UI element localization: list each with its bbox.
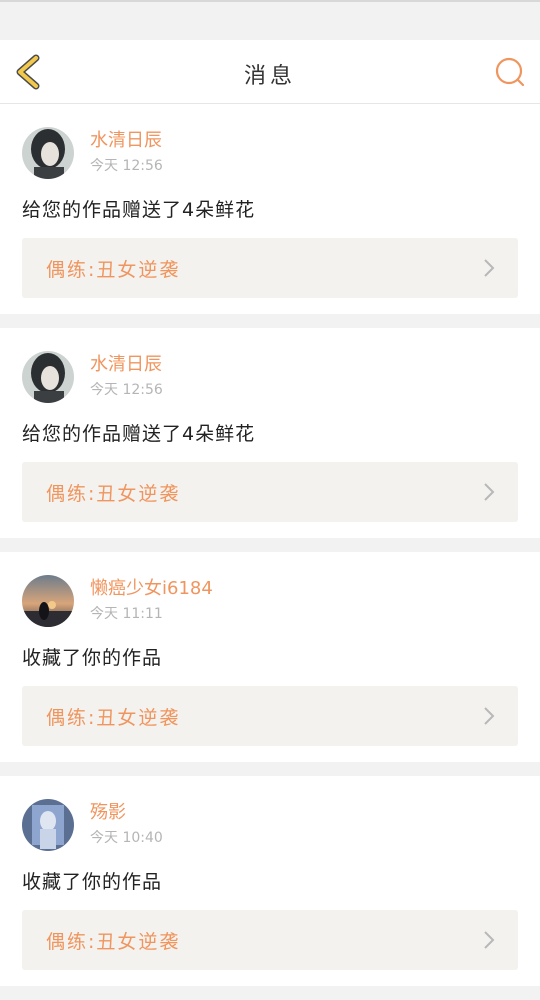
username[interactable]: 懒癌少女i6184 bbox=[90, 577, 213, 601]
message-text: 给您的作品赠送了4朵鲜花 bbox=[22, 423, 256, 445]
message-header: 水清日辰 今天 12:56 bbox=[22, 126, 518, 180]
chevron-right-icon bbox=[484, 707, 495, 725]
chevron-right-icon bbox=[484, 483, 495, 501]
message-header: 殇影 今天 10:40 bbox=[22, 798, 518, 852]
search-button[interactable] bbox=[494, 56, 526, 88]
message-header: 水清日辰 今天 12:56 bbox=[22, 350, 518, 404]
message-card: 水清日辰 今天 12:56 给您的作品赠送了4朵鲜花 偶练:丑女逆袭 bbox=[0, 328, 540, 538]
chevron-right-icon bbox=[484, 259, 495, 277]
work-link[interactable]: 偶练:丑女逆袭 bbox=[22, 238, 518, 298]
username[interactable]: 殇影 bbox=[90, 801, 163, 825]
work-title: 偶练:丑女逆袭 bbox=[46, 930, 181, 953]
work-title: 偶练:丑女逆袭 bbox=[46, 706, 181, 729]
work-link[interactable]: 偶练:丑女逆袭 bbox=[22, 462, 518, 522]
avatar[interactable] bbox=[22, 575, 74, 627]
timestamp: 今天 12:56 bbox=[90, 158, 163, 174]
avatar[interactable] bbox=[22, 127, 74, 179]
username[interactable]: 水清日辰 bbox=[90, 129, 163, 153]
message-card: 水清日辰 今天 12:56 给您的作品赠送了4朵鲜花 偶练:丑女逆袭 bbox=[0, 104, 540, 314]
work-title: 偶练:丑女逆袭 bbox=[46, 482, 181, 505]
username[interactable]: 水清日辰 bbox=[90, 353, 163, 377]
page-title: 消息 bbox=[243, 64, 296, 89]
message-text: 收藏了你的作品 bbox=[22, 871, 163, 893]
avatar[interactable] bbox=[22, 799, 74, 851]
message-list: 水清日辰 今天 12:56 给您的作品赠送了4朵鲜花 偶练:丑女逆袭 水清日辰 … bbox=[0, 104, 540, 1000]
timestamp: 今天 11:11 bbox=[90, 606, 163, 622]
top-nav-bar: 消息 bbox=[0, 40, 540, 104]
search-icon bbox=[495, 57, 525, 87]
chevron-right-icon bbox=[484, 931, 495, 949]
work-title: 偶练:丑女逆袭 bbox=[46, 258, 181, 281]
message-text: 收藏了你的作品 bbox=[22, 647, 163, 669]
status-bar bbox=[0, 0, 540, 40]
message-card: 懒癌少女i6184 今天 11:11 收藏了你的作品 偶练:丑女逆袭 bbox=[0, 552, 540, 762]
message-header: 懒癌少女i6184 今天 11:11 bbox=[22, 574, 518, 628]
timestamp: 今天 12:56 bbox=[90, 382, 163, 398]
timestamp: 今天 10:40 bbox=[90, 830, 163, 846]
message-text: 给您的作品赠送了4朵鲜花 bbox=[22, 199, 256, 221]
work-link[interactable]: 偶练:丑女逆袭 bbox=[22, 910, 518, 970]
avatar[interactable] bbox=[22, 351, 74, 403]
message-card: 殇影 今天 10:40 收藏了你的作品 偶练:丑女逆袭 bbox=[0, 776, 540, 986]
work-link[interactable]: 偶练:丑女逆袭 bbox=[22, 686, 518, 746]
